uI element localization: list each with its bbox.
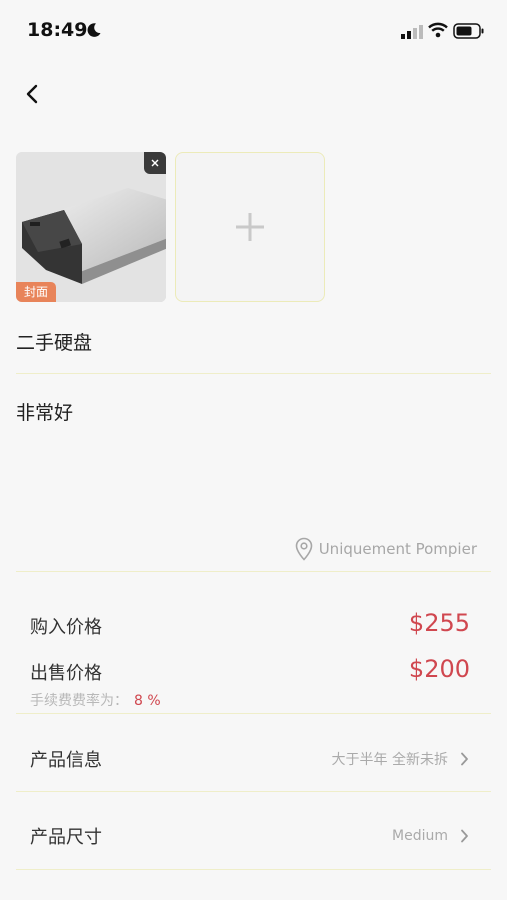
sale-price-value[interactable]: $200 — [409, 655, 470, 683]
sale-price-label: 出售价格 — [30, 663, 102, 684]
wifi-icon — [428, 22, 448, 38]
divider — [16, 791, 491, 792]
back-button[interactable] — [18, 80, 46, 108]
chevron-right-icon — [461, 829, 468, 843]
divider — [16, 869, 491, 870]
purchase-price-label: 购入价格 — [30, 617, 102, 638]
divider — [16, 571, 491, 572]
fee-label: 手续费费率为： — [30, 693, 128, 709]
product-size-row[interactable]: 产品尺寸 Medium — [16, 798, 491, 874]
status-time: 18:49 — [27, 19, 88, 41]
fee-note: 手续费费率为： 8 % — [30, 690, 161, 710]
item-title-input[interactable]: 二手硬盘 — [16, 328, 92, 355]
add-photo-button[interactable] — [175, 152, 325, 302]
product-image — [16, 152, 166, 302]
close-icon — [151, 159, 159, 167]
back-arrow-icon — [26, 84, 38, 104]
divider — [16, 713, 491, 714]
signal-icon — [401, 25, 423, 39]
product-info-value: 大于半年 全新未拆 — [331, 752, 448, 768]
product-size-value: Medium — [392, 828, 448, 844]
item-description-input[interactable]: 非常好 — [16, 398, 73, 425]
divider — [16, 373, 491, 374]
fee-rate: 8 % — [134, 693, 161, 709]
location-selector[interactable]: Uniquement Pompier — [295, 537, 477, 561]
purchase-price-value[interactable]: $255 — [409, 609, 470, 637]
product-info-row[interactable]: 产品信息 大于半年 全新未拆 — [16, 721, 491, 797]
product-info-label: 产品信息 — [30, 750, 102, 771]
location-pin-icon — [295, 537, 313, 561]
status-bar: 18:49 — [0, 0, 507, 60]
moon-icon — [87, 23, 101, 37]
location-text: Uniquement Pompier — [318, 540, 477, 558]
plus-icon — [236, 213, 264, 241]
battery-icon — [453, 23, 484, 39]
remove-photo-button[interactable] — [144, 152, 166, 174]
cover-badge: 封面 — [16, 282, 57, 302]
chevron-right-icon — [461, 752, 468, 766]
product-photo[interactable]: 封面 — [16, 152, 166, 302]
product-size-label: 产品尺寸 — [30, 827, 102, 848]
